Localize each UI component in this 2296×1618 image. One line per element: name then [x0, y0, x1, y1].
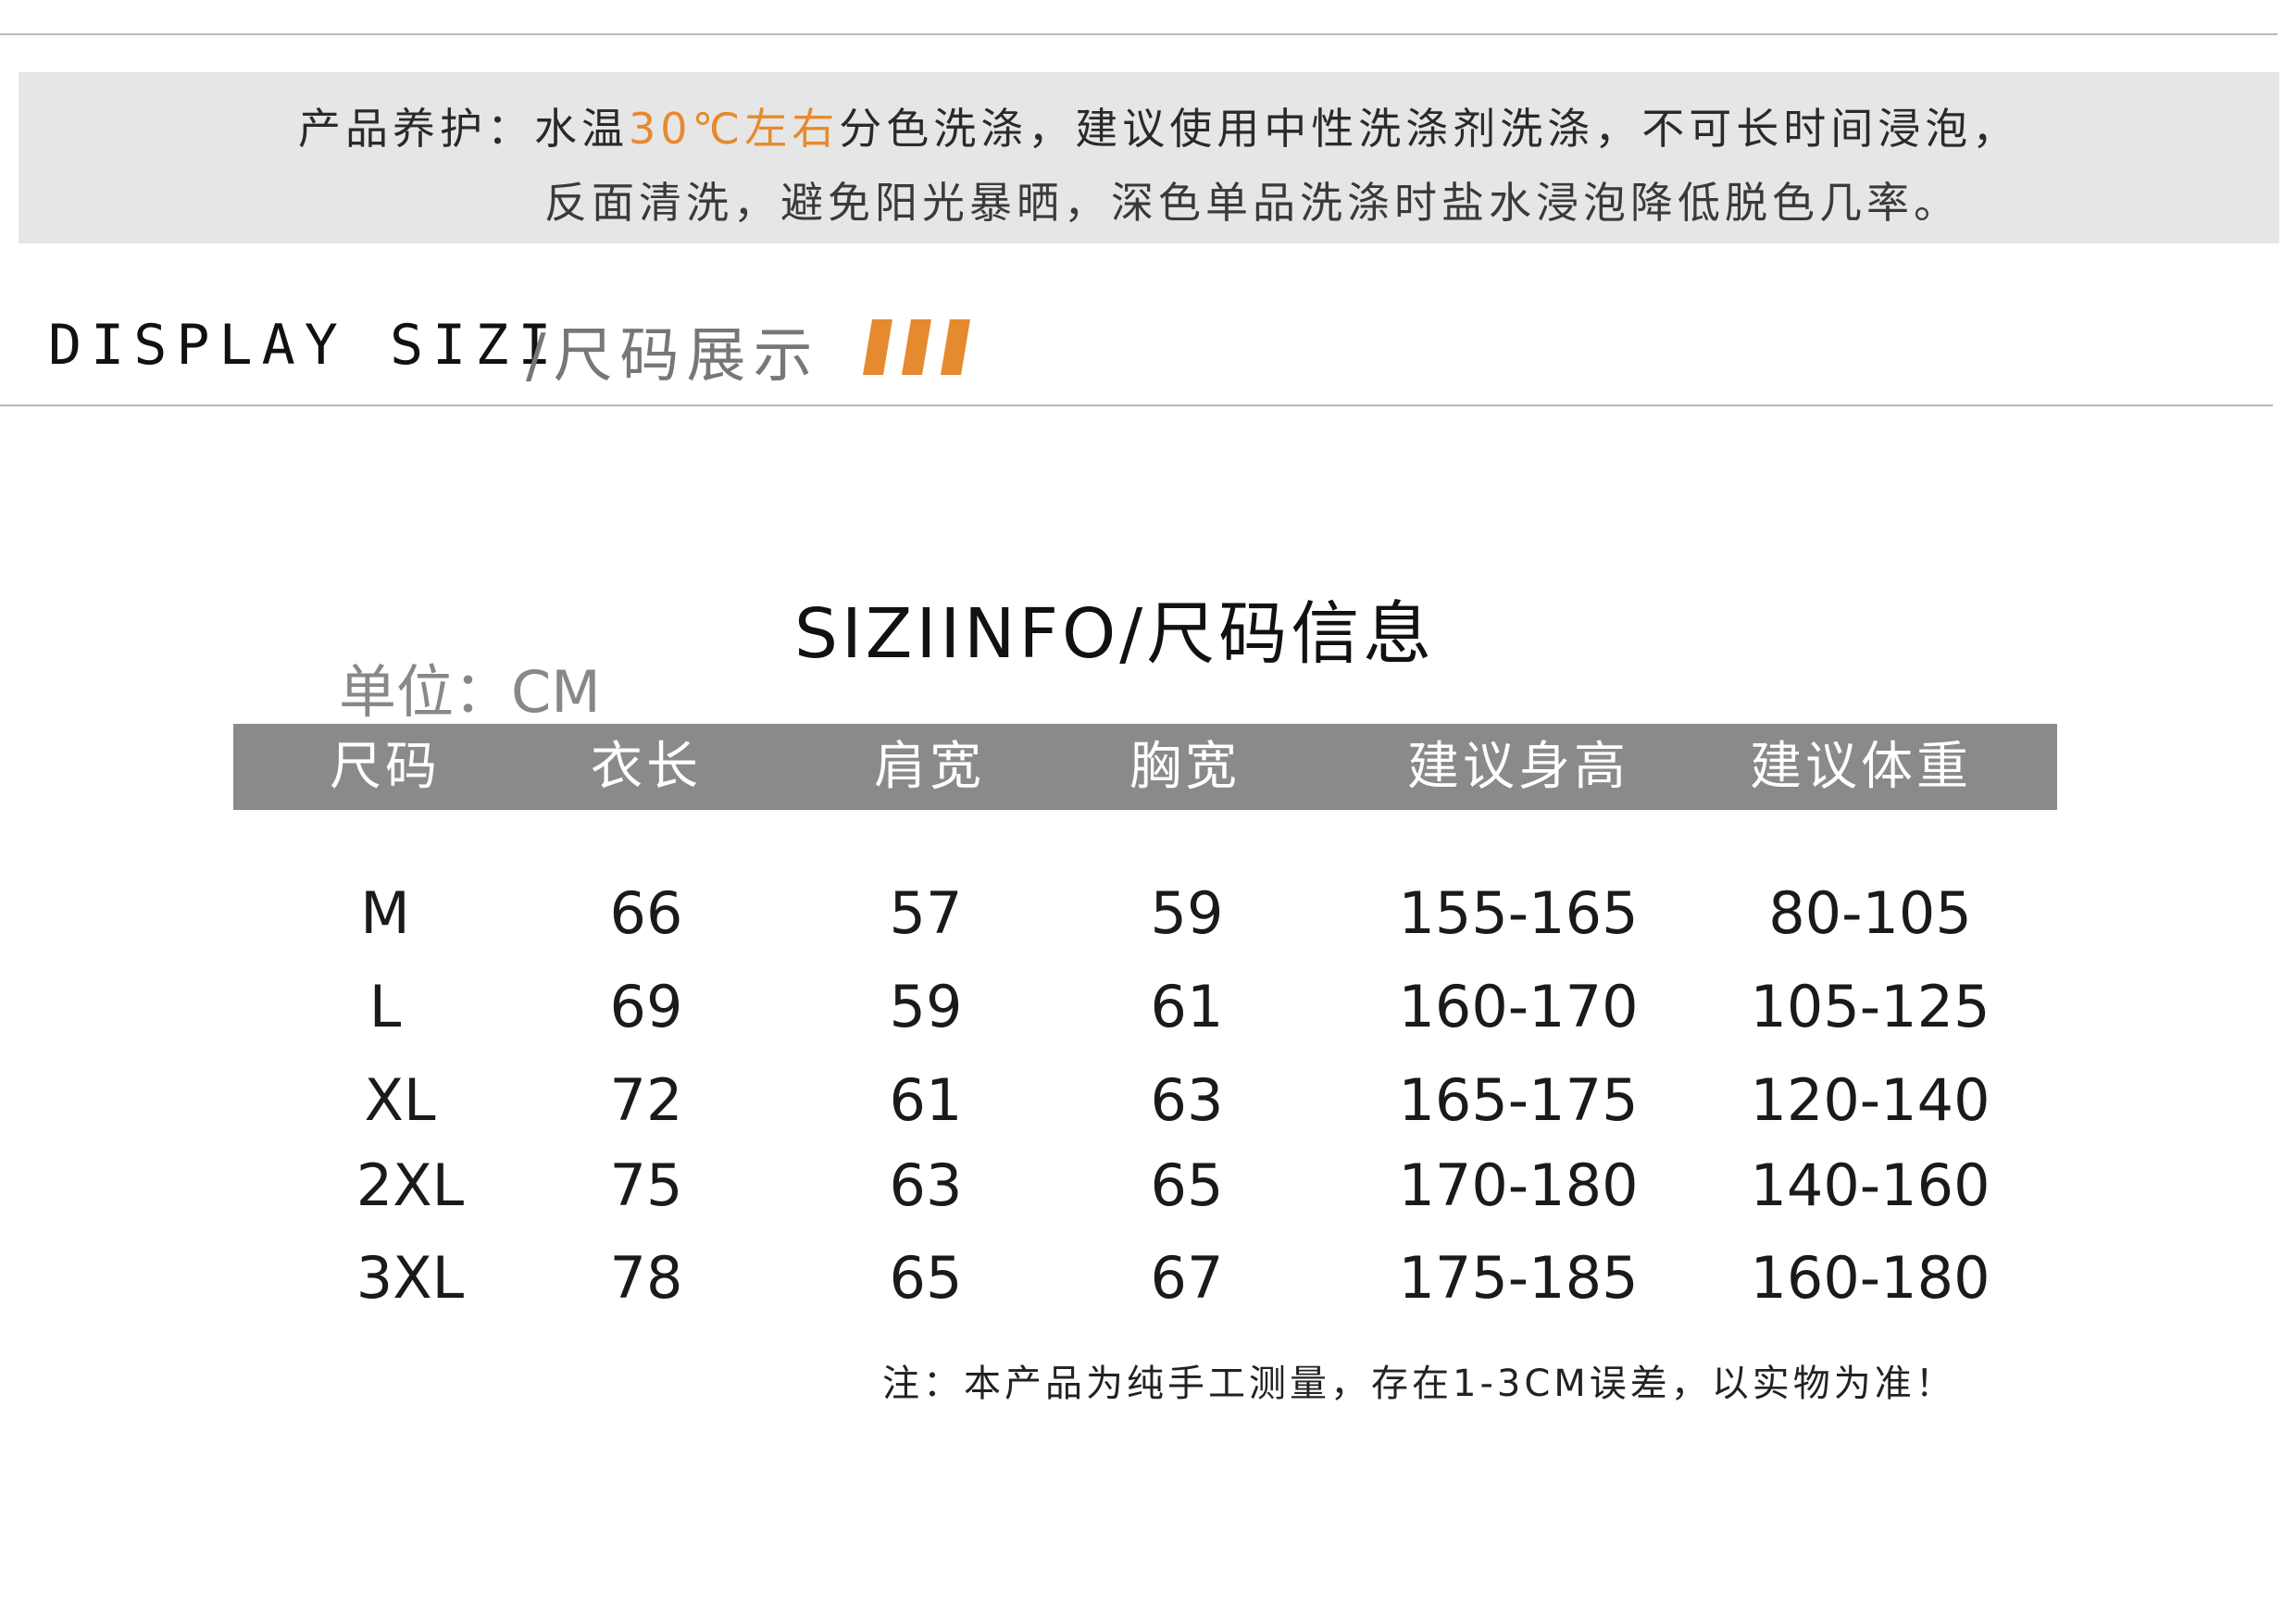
- cell-weight: 140-160: [1750, 1151, 1990, 1219]
- care-line-2: 反面清洗，避免阳光暴晒，深色单品洗涤时盐水浸泡降低脱色几率。: [544, 178, 1961, 228]
- cell-size: L: [368, 973, 402, 1040]
- cell-height: 170-180: [1398, 1151, 1639, 1219]
- cell-size: XL: [364, 1066, 436, 1134]
- cell-length: 66: [609, 879, 683, 947]
- header-length: 衣长: [591, 737, 702, 797]
- cell-chest: 63: [1150, 1066, 1224, 1134]
- cell-weight: 105-125: [1750, 973, 1990, 1040]
- care-instructions-panel: 产品养护：水温30℃左右分色洗涤，建议使用中性洗涤剂洗涤，不可长时间浸泡， 反面…: [19, 72, 2279, 243]
- cell-height: 160-170: [1398, 973, 1639, 1040]
- cell-weight: 120-140: [1750, 1066, 1990, 1134]
- size-table-header: 尺码 衣长 肩宽 胸宽 建议身高 建议体重: [233, 724, 2057, 810]
- orange-slash-decoration: [863, 319, 970, 375]
- table-row: 2XL 75 63 65 170-180 140-160: [0, 1144, 2296, 1227]
- table-row: M 66 57 59 155-165 80-105: [0, 872, 2296, 955]
- cell-shoulder: 61: [889, 1066, 963, 1134]
- care-line-1: 产品养护：水温30℃左右分色洗涤，建议使用中性洗涤剂洗涤，不可长时间浸泡，: [298, 95, 2019, 156]
- care-text-before: 水温: [534, 104, 629, 154]
- cell-height: 165-175: [1398, 1066, 1639, 1134]
- cell-chest: 59: [1150, 879, 1224, 947]
- care-text-after: 分色洗涤，建议使用中性洗涤剂洗涤，不可长时间浸泡，: [839, 104, 2020, 154]
- care-temperature: 30℃左右: [629, 104, 840, 154]
- header-chest: 胸宽: [1129, 737, 1241, 797]
- cell-size: 2XL: [356, 1151, 465, 1219]
- cell-length: 75: [609, 1151, 683, 1219]
- table-row: 3XL 78 65 67 175-185 160-180: [0, 1237, 2296, 1320]
- display-size-title: DISPLAY SIZI: [48, 313, 561, 378]
- cell-shoulder: 57: [889, 879, 963, 947]
- header-shoulder: 肩宽: [874, 737, 985, 797]
- cell-chest: 61: [1150, 973, 1224, 1040]
- cell-length: 78: [609, 1244, 683, 1312]
- header-size: 尺码: [330, 737, 441, 797]
- care-label: 产品养护：: [298, 104, 534, 154]
- table-row: XL 72 61 63 165-175 120-140: [0, 1059, 2296, 1142]
- cell-chest: 67: [1150, 1244, 1224, 1312]
- display-size-subtitle: /尺码展示: [526, 322, 820, 391]
- header-height: 建议身高: [1407, 737, 1629, 797]
- section-divider: [0, 404, 2273, 406]
- top-divider: [0, 33, 2277, 35]
- cell-weight: 160-180: [1750, 1244, 1990, 1312]
- cell-size: 3XL: [356, 1244, 465, 1312]
- cell-shoulder: 65: [889, 1244, 963, 1312]
- cell-shoulder: 59: [889, 973, 963, 1040]
- cell-length: 69: [609, 973, 683, 1040]
- cell-length: 72: [609, 1066, 683, 1134]
- header-weight: 建议体重: [1750, 737, 1972, 797]
- size-info-title: SIZIINFO/尺码信息: [794, 594, 1436, 674]
- measurement-note: 注：本产品为纯手工测量，存在1-3CM误差，以实物为准！: [882, 1363, 1956, 1405]
- cell-shoulder: 63: [889, 1151, 963, 1219]
- cell-weight: 80-105: [1768, 879, 1972, 947]
- table-row: L 69 59 61 160-170 105-125: [0, 965, 2296, 1049]
- cell-chest: 65: [1150, 1151, 1224, 1219]
- cell-height: 175-185: [1398, 1244, 1639, 1312]
- cell-size: M: [360, 879, 410, 947]
- cell-height: 155-165: [1398, 879, 1639, 947]
- unit-label: 单位：CM: [339, 658, 601, 726]
